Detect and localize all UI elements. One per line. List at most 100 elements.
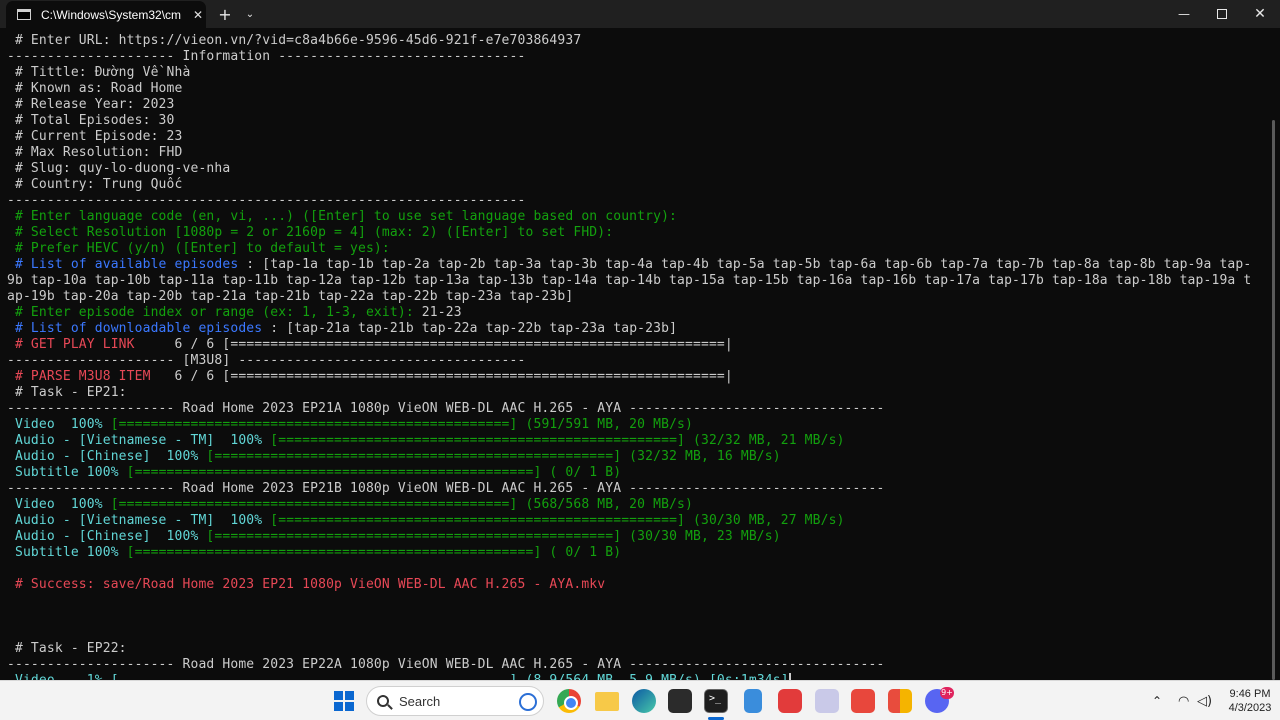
terminal-line: # Prefer HEVC (y/n) ([Enter] to default … [7, 241, 1259, 257]
sublime-icon[interactable] [851, 689, 875, 713]
chrome-icon[interactable] [557, 689, 581, 713]
terminal-text: # Current Episode: 23 [7, 129, 183, 144]
terminal-line: 9b tap-10a tap-10b tap-11a tap-11b tap-1… [7, 273, 1259, 289]
file-explorer-icon[interactable] [595, 692, 619, 711]
search-icon [377, 695, 389, 707]
terminal-text: Audio - [Vietnamese - TM] 100% [7, 513, 271, 528]
terminal-text: # Success: save/Road Home 2023 EP21 1080… [7, 577, 606, 592]
windows-logo-icon [345, 702, 354, 711]
terminal-text: ap-19b tap-20a tap-20b tap-21a tap-21b t… [7, 289, 574, 304]
speaker-icon[interactable]: ◁) [1197, 681, 1212, 720]
close-button[interactable]: ✕ [1240, 0, 1280, 28]
terminal-line: # Tittle: Đường Về Nhà [7, 65, 1259, 81]
terminal-line: # PARSE M3U8 ITEM 6 / 6 [===============… [7, 369, 1259, 385]
terminal-text: --------------------- Road Home 2023 EP2… [7, 481, 885, 496]
terminal-scrollbar[interactable] [1272, 120, 1275, 680]
new-tab-button[interactable]: + [214, 0, 236, 28]
virtual-machine-icon[interactable] [815, 689, 839, 713]
terminal-text: Audio - [Chinese] 100% [7, 449, 207, 464]
taskbar: Search 9+ ⌃ ◠ ◁) 9:46 PM 4/3/2023 [0, 680, 1280, 720]
terminal-text: --------------------- [M3U8] -----------… [7, 353, 526, 368]
terminal-line: --------------------- Information ------… [7, 49, 1259, 65]
tab-title: C:\Windows\System32\cmd.e [41, 7, 181, 22]
wifi-icon[interactable]: ◠ [1178, 681, 1189, 720]
tab-close-icon[interactable]: ✕ [193, 8, 203, 22]
pen-app-icon[interactable] [668, 689, 692, 713]
minimize-button[interactable]: — [1164, 0, 1204, 28]
clock[interactable]: 9:46 PM 4/3/2023 [1220, 687, 1280, 715]
terminal-text: 6 / 6 [=================================… [150, 369, 733, 384]
terminal-text: # List of downloadable episodes [7, 321, 263, 336]
terminal-line: # Current Episode: 23 [7, 129, 1259, 145]
terminal-line: # Max Resolution: FHD [7, 145, 1259, 161]
tab-cmd[interactable]: C:\Windows\System32\cmd.e ✕ [6, 1, 206, 28]
terminal-text: [=======================================… [110, 497, 693, 512]
terminal-line: --------------------- Road Home 2023 EP2… [7, 657, 1259, 673]
terminal-line: # Success: save/Road Home 2023 EP21 1080… [7, 577, 1259, 593]
terminal-text: # Known as: Road Home [7, 81, 183, 96]
maximize-icon [1217, 9, 1227, 19]
terminal-text: 6 / 6 [=================================… [134, 337, 733, 352]
terminal-text: # List of available episodes [7, 257, 239, 272]
terminal-line: Subtitle 100% [=========================… [7, 465, 1259, 481]
terminal-icon [17, 9, 31, 20]
terminal-text: Subtitle 100% [7, 545, 127, 560]
terminal-text: 21-23 [413, 305, 462, 320]
windows-logo-icon [334, 691, 343, 700]
terminal-text: [=======================================… [126, 465, 622, 480]
terminal-text: # Slug: quy-lo-duong-ve-nha [7, 161, 231, 176]
terminal-line: # Known as: Road Home [7, 81, 1259, 97]
office-icon[interactable] [888, 689, 912, 713]
terminal-text: # Task - EP21: [7, 385, 127, 400]
terminal-text: : [tap-1a tap-1b tap-2a tap-2b tap-3a ta… [238, 257, 1252, 272]
windows-logo-icon [334, 702, 343, 711]
terminal-line: # List of downloadable episodes : [tap-2… [7, 321, 1259, 337]
tab-dropdown-button[interactable]: ⌄ [240, 0, 260, 28]
terminal-line: Video 100% [============================… [7, 497, 1259, 513]
edge-icon[interactable] [632, 689, 656, 713]
terminal-line: Subtitle 100% [=========================… [7, 545, 1259, 561]
terminal-text: Subtitle 100% [7, 465, 127, 480]
clock-time: 9:46 PM [1229, 688, 1271, 700]
terminal-line: # List of available episodes : [tap-1a t… [7, 257, 1259, 273]
terminal-line: # Select Resolution [1080p = 2 or 2160p … [7, 225, 1259, 241]
terminal-app-icon[interactable] [704, 689, 728, 713]
terminal-line: Audio - [Chinese] 100% [================… [7, 529, 1259, 545]
terminal-line: # Enter episode index or range (ex: 1, 1… [7, 305, 1259, 321]
terminal-text: # PARSE M3U8 ITEM [7, 369, 151, 384]
maximize-button[interactable] [1203, 0, 1241, 28]
terminal-text: # Task - EP22: [7, 641, 127, 656]
terminal-line: # Slug: quy-lo-duong-ve-nha [7, 161, 1259, 177]
taskbar-search[interactable]: Search [366, 686, 544, 716]
notepad-icon[interactable] [744, 689, 762, 713]
clock-date: 4/3/2023 [1228, 702, 1272, 714]
terminal-text: Audio - [Vietnamese - TM] 100% [7, 433, 271, 448]
terminal-line: --------------------- Road Home 2023 EP2… [7, 481, 1259, 497]
terminal-text: # Country: Trung Quốc [7, 177, 183, 192]
terminal-text: # Release Year: 2023 [7, 97, 175, 112]
terminal-text: [=======================================… [206, 529, 781, 544]
terminal-output[interactable]: # Enter URL: https://vieon.vn/?vid=c8a4b… [7, 33, 1259, 681]
terminal-text: # Max Resolution: FHD [7, 145, 183, 160]
terminal-line: Audio - [Chinese] 100% [================… [7, 449, 1259, 465]
start-button[interactable] [334, 691, 354, 711]
cloud-app-icon[interactable] [778, 689, 802, 713]
terminal-text: 9b tap-10a tap-10b tap-11a tap-11b tap-1… [7, 273, 1252, 288]
terminal-text: [=======================================… [270, 513, 845, 528]
bing-icon [519, 693, 537, 711]
terminal-text: # GET PLAY LINK [7, 337, 135, 352]
terminal-text: Video 100% [7, 497, 111, 512]
terminal-text: : [tap-21a tap-21b tap-22a tap-22b tap-2… [262, 321, 678, 336]
search-label: Search [399, 693, 441, 709]
tray-chevron-icon[interactable]: ⌃ [1152, 681, 1162, 720]
terminal-line: Audio - [Vietnamese - TM] 100% [========… [7, 433, 1259, 449]
terminal-text: # Tittle: Đường Về Nhà [7, 65, 191, 80]
terminal-text: --------------------- Road Home 2023 EP2… [7, 401, 885, 416]
terminal-text: Video 100% [7, 417, 111, 432]
terminal-text: --------------------- Information ------… [7, 49, 526, 64]
terminal-text: # Total Episodes: 30 [7, 113, 175, 128]
terminal-text: ----------------------------------------… [7, 193, 526, 208]
